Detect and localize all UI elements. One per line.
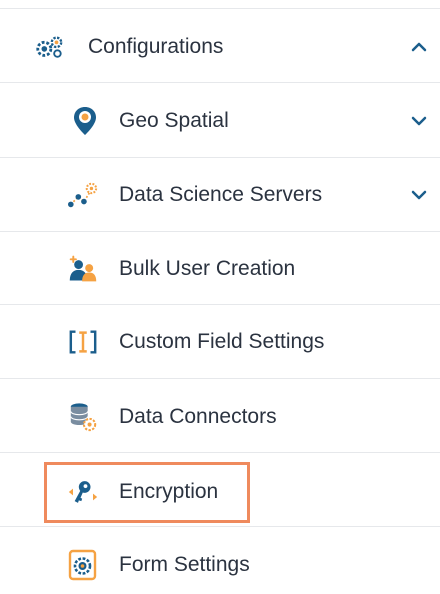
data-science-icon [68,180,98,210]
menu-item-label: Form Settings [119,552,250,576]
menu-item-form-settings[interactable]: Form Settings [0,528,440,594]
menu-item-label: Configurations [88,34,224,58]
menu-item-configurations[interactable]: Configurations [0,10,440,83]
form-gear-icon [68,549,98,580]
chevron-down-icon[interactable] [408,184,430,206]
map-pin-icon [70,106,100,136]
divider [0,452,440,453]
menu-item-data-science-servers[interactable]: Data Science Servers [0,158,440,231]
menu-item-label: Custom Field Settings [119,329,325,353]
menu-item-label: Data Connectors [119,404,277,428]
menu-item-label: Data Science Servers [119,182,323,206]
database-gear-icon [68,402,98,432]
chevron-down-icon[interactable] [408,110,430,132]
chevron-up-icon[interactable] [408,36,430,58]
custom-field-icon [68,327,98,357]
divider [0,526,440,527]
settings-menu: Configurations Geo Spatial Data Science … [0,0,440,594]
menu-item-data-connectors[interactable]: Data Connectors [0,380,440,453]
menu-item-custom-field-settings[interactable]: Custom Field Settings [0,305,440,378]
menu-item-label: Bulk User Creation [119,256,296,280]
menu-item-geo-spatial[interactable]: Geo Spatial [0,84,440,157]
divider [0,378,440,379]
menu-item-bulk-user-creation[interactable]: Bulk User Creation [0,232,440,305]
divider [0,8,440,9]
selection-highlight [44,462,250,523]
divider [0,82,440,83]
menu-item-label: Geo Spatial [119,108,229,132]
gears-icon [34,32,64,62]
users-add-icon [68,254,98,284]
